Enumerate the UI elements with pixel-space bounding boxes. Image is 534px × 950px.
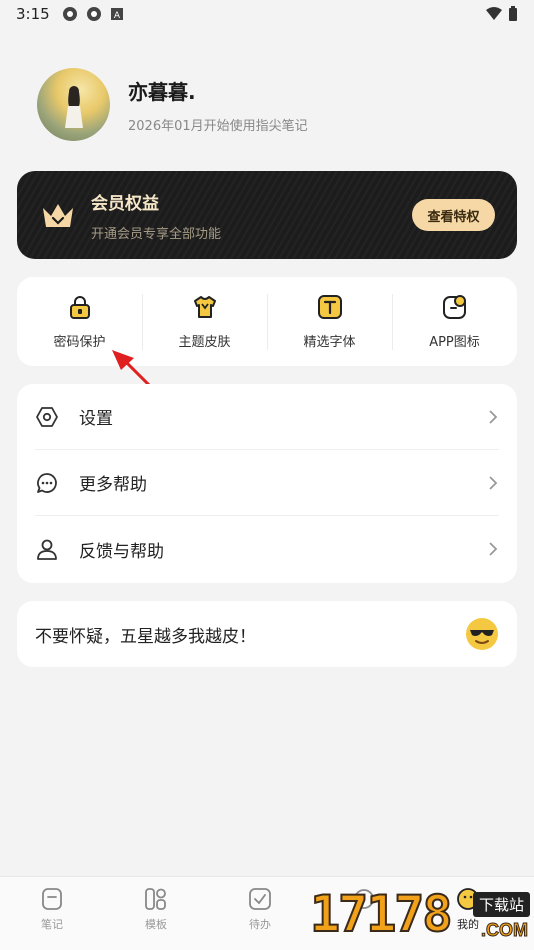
quick-actions: 密码保护 主题皮肤 精选字体 APP图标 (17, 277, 517, 366)
rating-banner[interactable]: 不要怀疑，五星越多我越皮！ (17, 601, 517, 667)
tab-label: 模板 (145, 918, 167, 931)
vip-subtitle: 开通会员专享全部功能 (91, 226, 222, 242)
menu-item-feedback[interactable]: 反馈与帮助 (35, 516, 499, 582)
notification-icon (86, 7, 101, 21)
app-icon (442, 294, 466, 319)
tab-todo[interactable]: 待办 (208, 877, 312, 950)
vip-title: 会员权益 (91, 193, 159, 214)
watermark-suffix: .COM (481, 920, 529, 941)
wifi-icon (486, 7, 502, 20)
a-badge-icon: A (110, 8, 123, 21)
avatar-figure (65, 86, 83, 128)
status-time: 3:15 (16, 5, 50, 23)
tab-notes[interactable]: 笔记 (0, 877, 104, 950)
settings-icon (36, 406, 58, 427)
quick-item-font[interactable]: 精选字体 (267, 293, 392, 350)
menu-label: 反馈与帮助 (79, 541, 164, 562)
tab-templates[interactable]: 模板 (104, 877, 208, 950)
status-icons: A (62, 6, 124, 22)
status-right (486, 6, 518, 22)
member-since: 2026年01月开始使用指尖笔记 (128, 118, 308, 134)
menu-item-more-help[interactable]: 更多帮助 (35, 450, 499, 516)
settings-menu: 设置 更多帮助 反馈与帮助 (17, 384, 517, 583)
svg-text:A: A (114, 11, 121, 21)
tab-label: 待办 (249, 918, 271, 931)
menu-item-settings[interactable]: 设置 (35, 384, 499, 450)
quick-label: 密码保护 (53, 334, 106, 350)
quick-label: 精选字体 (303, 334, 356, 350)
chevron-right-icon (489, 542, 498, 556)
slogan-text: 不要怀疑，五星越多我越皮！ (35, 626, 256, 647)
profile-header[interactable]: 亦暮暮. 2026年01月开始使用指尖笔记 (37, 68, 308, 141)
quick-item-theme[interactable]: 主题皮肤 (142, 293, 267, 350)
quick-item-password[interactable]: 密码保护 (17, 294, 142, 350)
battery-icon (509, 6, 517, 21)
template-icon (145, 888, 166, 910)
vip-text: 会员权益 开通会员专享全部功能 (91, 189, 221, 242)
watermark-tag: 下载站 (472, 892, 530, 917)
note-icon (42, 888, 62, 910)
watermark-number: 17178 (309, 884, 454, 944)
quick-label: 主题皮肤 (178, 334, 231, 350)
profile-text: 亦暮暮. 2026年01月开始使用指尖笔记 (128, 76, 308, 134)
lock-icon (69, 295, 90, 319)
status-bar: 3:15 A (0, 0, 534, 28)
chevron-right-icon (489, 409, 498, 424)
sunglasses-emoji-icon (466, 618, 498, 650)
user-icon (37, 539, 57, 560)
quick-label: APP图标 (429, 334, 480, 350)
quick-item-app-icon[interactable]: APP图标 (392, 293, 517, 350)
username: 亦暮暮. (128, 79, 196, 104)
view-privileges-button[interactable]: 查看特权 (412, 199, 495, 231)
todo-icon (249, 888, 271, 910)
menu-label: 更多帮助 (79, 475, 147, 495)
chevron-right-icon (489, 475, 498, 490)
avatar[interactable] (37, 68, 110, 141)
tab-label: 笔记 (41, 918, 63, 931)
vip-card[interactable]: 会员权益 开通会员专享全部功能 查看特权 (17, 171, 517, 259)
chat-icon (37, 472, 57, 493)
font-icon (317, 294, 342, 319)
crown-icon (43, 204, 73, 227)
notification-icon (62, 7, 77, 21)
menu-label: 设置 (79, 409, 113, 429)
tshirt-icon (193, 295, 216, 318)
watermark-logo: 17178 下载站 .COM (309, 884, 534, 950)
